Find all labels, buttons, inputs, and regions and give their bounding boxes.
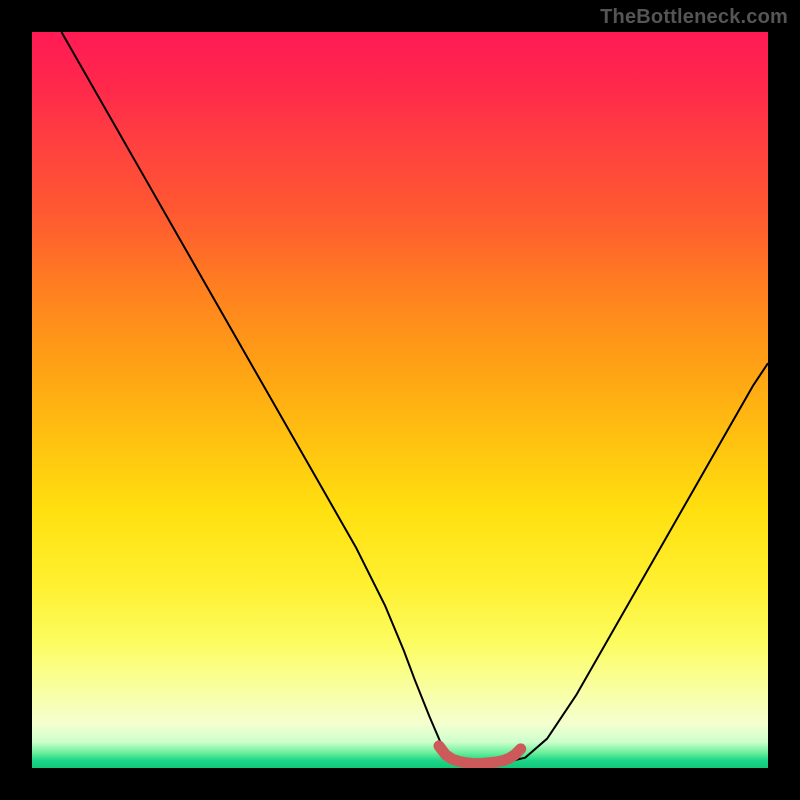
chart-svg — [32, 32, 768, 768]
curve-line — [61, 32, 768, 764]
thick-bottom-line — [439, 746, 521, 764]
plot-area — [32, 32, 768, 768]
chart-frame: TheBottleneck.com — [0, 0, 800, 800]
attribution-text: TheBottleneck.com — [600, 6, 788, 29]
